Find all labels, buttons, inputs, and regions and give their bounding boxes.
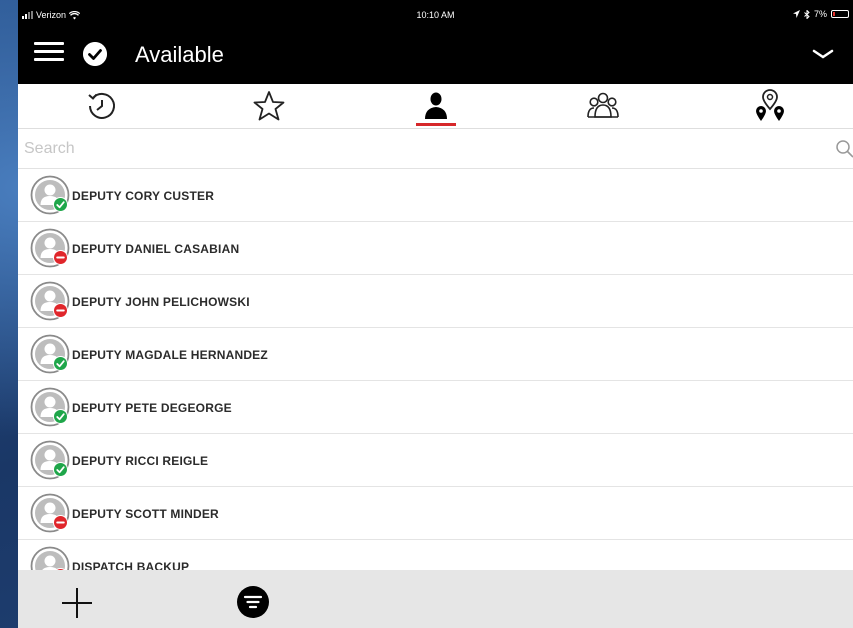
contact-name: DEPUTY JOHN PELICHOWSKI [72, 295, 250, 309]
battery-percent: 7% [813, 9, 827, 19]
tab-groups[interactable] [519, 84, 686, 128]
battery-icon [831, 10, 849, 18]
filter-icon[interactable] [237, 586, 269, 618]
contact-row[interactable]: DEPUTY PETE DEGEORGE [18, 381, 853, 434]
contact-list: DEPUTY CORY CUSTER DEPUTY DANIEL CASABIAN… [18, 169, 853, 593]
search-icon[interactable] [835, 139, 853, 159]
app-header: Available [18, 32, 853, 84]
contact-name: DEPUTY SCOTT MINDER [72, 507, 219, 521]
tab-bar [18, 84, 853, 129]
bottom-toolbar [18, 570, 853, 628]
location-arrow-icon [792, 10, 800, 18]
tab-contacts[interactable] [352, 84, 519, 128]
available-status-icon [53, 409, 68, 424]
contact-name: DEPUTY PETE DEGEORGE [72, 401, 232, 415]
search-bar [18, 129, 853, 169]
contact-name: DEPUTY CORY CUSTER [72, 189, 215, 203]
star-icon [253, 91, 284, 121]
bluetooth-icon [804, 9, 810, 19]
location-pins-icon [755, 89, 784, 121]
group-icon [586, 92, 619, 118]
available-status-icon [53, 197, 68, 212]
tab-locations[interactable] [686, 84, 853, 128]
contact-name: DEPUTY DANIEL CASABIAN [72, 242, 240, 256]
available-status-icon [53, 356, 68, 371]
contact-row[interactable]: DEPUTY DANIEL CASABIAN [18, 222, 853, 275]
tab-favorites[interactable] [185, 84, 352, 128]
status-right: 7% [792, 9, 849, 19]
busy-status-icon [53, 303, 68, 318]
status-time: 10:10 AM [416, 10, 455, 20]
busy-status-icon [53, 250, 68, 265]
tab-recent[interactable] [18, 84, 185, 128]
contact-row[interactable]: DEPUTY JOHN PELICHOWSKI [18, 275, 853, 328]
contact-name: DEPUTY MAGDALE HERNANDEZ [72, 348, 268, 362]
recent-history-icon [87, 92, 115, 119]
contact-name: DEPUTY RICCI REIGLE [72, 454, 209, 468]
chevron-down-icon[interactable] [811, 46, 835, 62]
search-input[interactable] [24, 137, 814, 161]
available-status-icon [53, 462, 68, 477]
availability-status-title[interactable]: Available [135, 42, 224, 68]
check-circle-icon[interactable] [83, 42, 107, 66]
plus-icon[interactable] [60, 586, 94, 620]
status-bar: Verizon 10:10 AM 7% [18, 0, 853, 32]
contact-row[interactable]: DEPUTY SCOTT MINDER [18, 487, 853, 540]
busy-status-icon [53, 515, 68, 530]
app-window: Verizon 10:10 AM 7% Available Search DEP… [18, 0, 853, 628]
contact-row[interactable]: DEPUTY RICCI REIGLE [18, 434, 853, 487]
contact-row[interactable]: DEPUTY CORY CUSTER [18, 169, 853, 222]
person-icon [424, 92, 447, 119]
hamburger-menu-icon[interactable] [34, 42, 64, 66]
contact-row[interactable]: DEPUTY MAGDALE HERNANDEZ [18, 328, 853, 381]
